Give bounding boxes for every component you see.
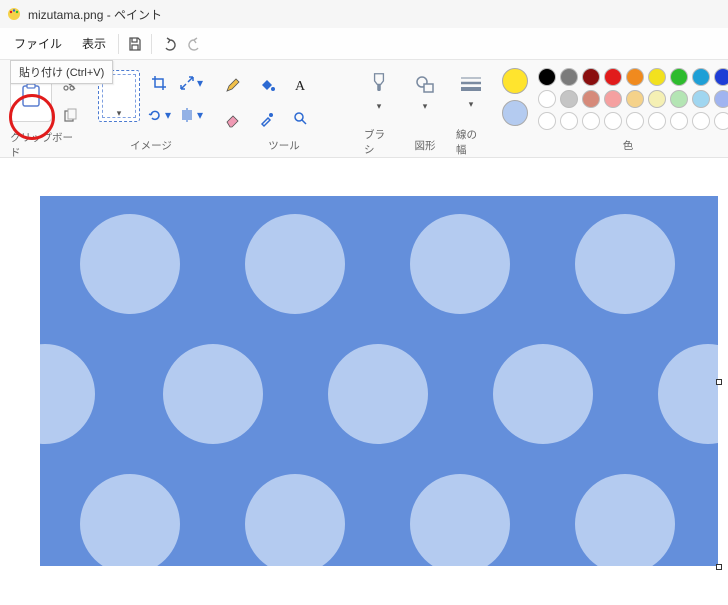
color-swatch[interactable] [692,112,710,130]
color-swatch[interactable] [560,90,578,108]
chevron-down-icon: ▾ [469,99,474,110]
group-label-image: イメージ [130,138,172,153]
color-swatch[interactable] [604,90,622,108]
menu-view[interactable]: 表示 [72,29,116,58]
group-colors: 色 [498,64,728,157]
undo-button[interactable] [154,30,182,58]
color-swatch[interactable] [582,68,600,86]
color-swatch[interactable] [714,90,728,108]
canvas-dot [410,474,510,566]
crop-button[interactable] [146,70,172,96]
copy-button[interactable] [58,104,82,128]
svg-text:A: A [295,79,306,94]
resize-handle-corner[interactable] [716,564,722,570]
color-swatch[interactable] [582,112,600,130]
brushes-button[interactable]: ▾ [364,72,394,112]
color-swatch[interactable] [538,112,556,130]
group-label-colors: 色 [623,138,634,153]
menu-bar: ファイル 表示 [0,28,728,60]
paste-tooltip: 貼り付け (Ctrl+V) [10,60,113,84]
color-swatch[interactable] [582,90,600,108]
pencil-tool[interactable] [220,72,246,98]
color-swatch[interactable] [648,68,666,86]
eyedropper-tool[interactable] [254,106,280,132]
canvas-dot [493,344,593,444]
color-swatch[interactable] [692,90,710,108]
menu-separator [118,34,119,54]
text-tool[interactable]: A [288,72,314,98]
canvas[interactable] [40,196,718,566]
shapes-button[interactable]: ▾ [410,72,440,112]
redo-button[interactable] [182,30,210,58]
title-separator: - [103,8,114,22]
magnifier-tool[interactable] [288,106,314,132]
color-swatch[interactable] [648,112,666,130]
color-swatch[interactable] [692,68,710,86]
save-button[interactable] [121,30,149,58]
color-swatch[interactable] [538,90,556,108]
canvas-dot [410,214,510,314]
color-secondary[interactable] [502,100,528,126]
canvas-dot [575,214,675,314]
color-swatch[interactable] [714,68,728,86]
line-width-button[interactable]: ▾ [456,72,486,112]
color-primary[interactable] [502,68,528,94]
app-name: ペイント [114,8,162,22]
menu-separator [151,34,152,54]
canvas-dot [40,344,95,444]
canvas-dot [328,344,428,444]
color-swatch[interactable] [670,112,688,130]
workspace[interactable] [0,158,728,605]
resize-handle-right[interactable] [716,379,722,385]
group-brushes: ▾ ブラシ [360,64,398,157]
color-swatch[interactable] [626,112,644,130]
color-palette [538,68,728,130]
group-tools: A ツール [216,64,352,157]
canvas-dot [575,474,675,566]
color-swatch[interactable] [538,68,556,86]
rotate-button[interactable]: ▾ [146,102,172,128]
group-label-brushes: ブラシ [364,127,394,157]
color-swatch[interactable] [604,68,622,86]
canvas-dot [80,214,180,314]
color-swatch[interactable] [670,68,688,86]
resize-button[interactable]: ▾ [178,70,204,96]
eraser-tool[interactable] [220,106,246,132]
group-label-shapes: 図形 [415,138,436,153]
chevron-down-icon: ▾ [377,101,382,112]
canvas-dot [245,214,345,314]
group-label-size: 線の幅 [456,127,486,157]
canvas-dot [163,344,263,444]
group-label-clipboard: クリップボード [10,130,82,160]
color-swatch[interactable] [670,90,688,108]
color-swatch[interactable] [560,112,578,130]
group-shapes: ▾ 図形 [406,64,444,157]
fill-tool[interactable] [254,72,280,98]
paint-app-icon [6,6,22,22]
canvas-dot [658,344,718,444]
menu-file[interactable]: ファイル [4,29,72,58]
group-label-tools: ツール [268,138,300,153]
canvas-dot [80,474,180,566]
color-swatch[interactable] [560,68,578,86]
title-bar: mizutama.png - ペイント [0,0,728,28]
document-filename: mizutama.png [28,8,103,22]
color-swatch[interactable] [626,90,644,108]
window-title: mizutama.png - ペイント [28,6,162,23]
flip-button[interactable]: ▾ [178,102,204,128]
chevron-down-icon: ▾ [423,101,428,112]
color-swatch[interactable] [604,112,622,130]
group-size: ▾ 線の幅 [452,64,490,157]
color-swatch[interactable] [626,68,644,86]
color-swatch[interactable] [714,112,728,130]
color-swatch[interactable] [648,90,666,108]
canvas-dot [245,474,345,566]
